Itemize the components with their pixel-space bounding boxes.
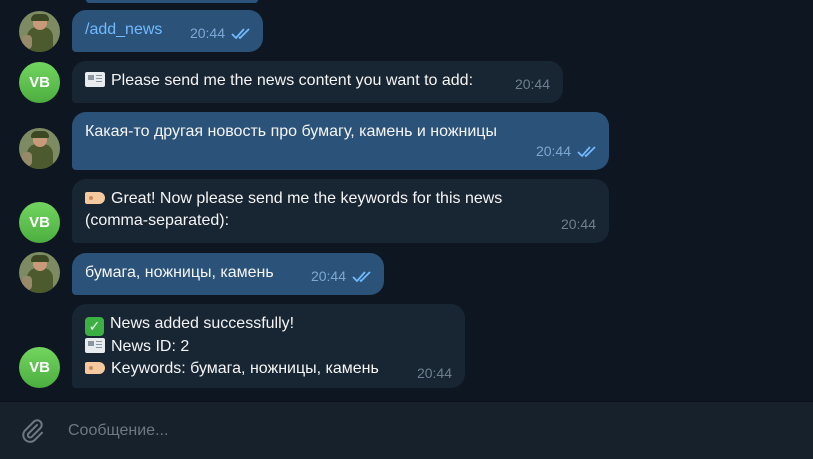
label-icon — [85, 192, 105, 204]
message-text: бумага, ножницы, камень — [85, 264, 274, 281]
message-text: News ID: 2 — [111, 337, 190, 355]
message-time: 20:44 — [535, 143, 571, 159]
message-input[interactable] — [66, 417, 670, 445]
message-meta: 20:44 — [311, 265, 374, 287]
message-time: 20:44 — [560, 216, 596, 232]
message-bubble-incoming: Great! Now please send me the keywords f… — [72, 179, 609, 243]
message-line: ✓ News added successfully! — [85, 313, 452, 336]
message-time: 20:44 — [416, 365, 452, 381]
message-input-bar — [0, 401, 813, 459]
message-bubble-outgoing[interactable]: Какая-то другая новость про бумагу, каме… — [72, 112, 609, 170]
user-avatar[interactable] — [19, 11, 60, 52]
message-bubble-incoming: ✓ News added successfully! News ID: 2 Key… — [72, 304, 465, 388]
previous-message-edge — [86, 0, 258, 3]
message-bubble-outgoing[interactable]: /add_news 20:44 — [72, 10, 263, 52]
message-time: 20:44 — [514, 76, 550, 92]
bot-avatar[interactable]: VB — [19, 62, 60, 103]
double-check-icon — [577, 146, 596, 158]
message-line: News ID: 2 — [85, 336, 452, 358]
message-text: Please send me the news content you want… — [111, 72, 474, 89]
user-avatar[interactable] — [19, 128, 60, 169]
message-meta: 20:44 — [536, 140, 599, 162]
message-meta: 20:44 — [190, 22, 253, 44]
chat-area: /add_news 20:44 VB Please send me the ne… — [0, 0, 813, 400]
user-avatar[interactable] — [19, 252, 60, 293]
message-text: News added successfully! — [110, 315, 295, 332]
message-time: 20:44 — [310, 268, 346, 284]
label-icon — [85, 361, 105, 374]
double-check-icon — [352, 271, 371, 283]
message-line: Keywords: бумага, ножницы, камень — [85, 358, 452, 380]
avatar-initials: VB — [29, 214, 50, 231]
avatar-initials: VB — [29, 359, 50, 376]
message-text: Great! Now please send me the keywords f… — [85, 190, 503, 229]
newspaper-icon — [85, 72, 105, 87]
message-text: Какая-то другая новость про бумагу, каме… — [85, 123, 497, 140]
message-text: Keywords: бумага, ножницы, камень — [111, 359, 379, 377]
bot-avatar[interactable]: VB — [19, 202, 60, 243]
message-bubble-outgoing[interactable]: бумага, ножницы, камень 20:44 — [72, 253, 384, 295]
newspaper-icon — [85, 337, 105, 353]
bot-avatar[interactable]: VB — [19, 347, 60, 388]
message-time: 20:44 — [189, 25, 225, 41]
paperclip-icon[interactable] — [18, 416, 46, 444]
divider — [0, 401, 813, 402]
avatar-initials: VB — [29, 74, 50, 91]
message-text[interactable]: /add_news — [85, 21, 162, 38]
double-check-icon — [231, 28, 250, 40]
check-mark-icon: ✓ — [85, 316, 104, 336]
message-bubble-incoming: Please send me the news content you want… — [72, 61, 563, 103]
